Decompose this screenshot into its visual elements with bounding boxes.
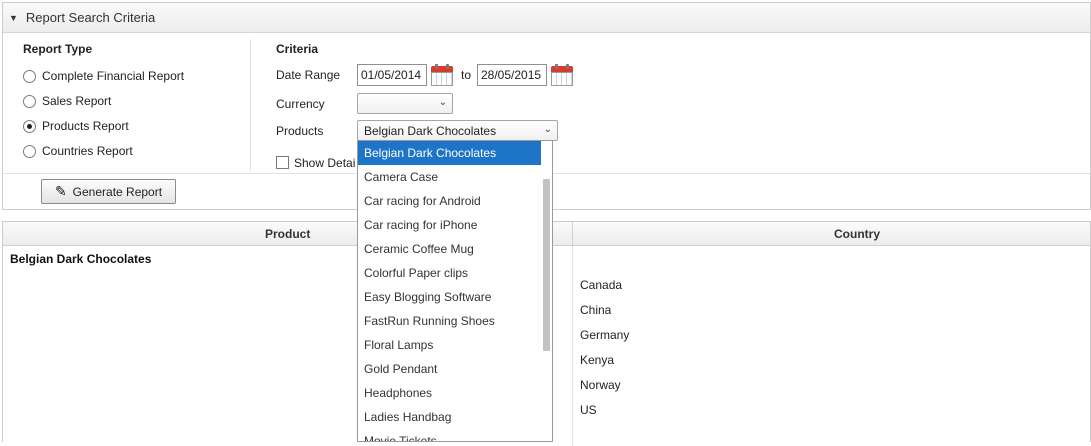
dropdown-option[interactable]: Floral Lamps (358, 333, 542, 357)
show-details-checkbox[interactable] (276, 156, 289, 169)
calendar-body (551, 72, 573, 86)
dropdown-option[interactable]: Gold Pendant (358, 357, 542, 381)
generate-report-button[interactable]: ✎ Generate Report (41, 179, 176, 204)
radio-complete-financial-report[interactable]: Complete Financial Report (23, 68, 184, 84)
country-cell: Norway (580, 378, 621, 392)
product-cell: Belgian Dark Chocolates (10, 252, 152, 266)
dropdown-option[interactable]: Movie Tickets (358, 429, 542, 441)
panel-title: Report Search Criteria (25, 10, 156, 25)
criteria-group: Criteria Date Range 01/05/2014 to 28/05/… (276, 42, 573, 170)
dropdown-option[interactable]: Car racing for iPhone (358, 213, 542, 237)
dropdown-option[interactable]: Car racing for Android (358, 189, 542, 213)
report-type-label: Report Type (23, 42, 93, 56)
chevron-down-icon: ⌄ (438, 97, 447, 108)
show-details-label: Show Detai (294, 156, 356, 170)
calendar-to-icon[interactable] (551, 64, 573, 86)
currency-label: Currency (276, 97, 325, 111)
products-dropdown-list[interactable]: Belgian Dark Chocolates Camera Case Car … (357, 140, 553, 442)
panel-header[interactable]: ▼ Report Search Criteria (3, 3, 1090, 33)
date-to-input[interactable]: 28/05/2015 (477, 64, 547, 86)
column-separator (572, 222, 573, 246)
products-label: Products (276, 124, 324, 138)
currency-select[interactable]: ⌄ (357, 93, 453, 114)
products-select[interactable]: Belgian Dark Chocolates ⌄ (357, 120, 558, 141)
country-cell: Germany (580, 328, 630, 342)
criteria-label: Criteria (276, 42, 319, 56)
dropdown-option[interactable]: Easy Blogging Software (358, 285, 542, 309)
column-header-product[interactable]: Product (265, 227, 310, 241)
to-label: to (461, 68, 472, 82)
column-separator (572, 246, 573, 446)
dropdown-option[interactable]: Headphones (358, 381, 542, 405)
collapse-triangle-icon[interactable]: ▼ (9, 13, 18, 23)
radio-label: Sales Report (42, 94, 112, 108)
products-value: Belgian Dark Chocolates (364, 124, 497, 138)
country-cell: US (580, 403, 597, 417)
pencil-icon: ✎ (54, 183, 67, 199)
dropdown-option[interactable]: Ceramic Coffee Mug (358, 237, 542, 261)
country-cell: Canada (580, 278, 623, 292)
radio-icon[interactable] (23, 69, 36, 83)
radio-icon[interactable] (23, 94, 36, 108)
country-cell: Kenya (580, 353, 615, 367)
radio-sales-report[interactable]: Sales Report (23, 93, 111, 109)
scrollbar-thumb[interactable] (543, 179, 550, 351)
calendar-ring (555, 64, 558, 69)
calendar-ring (566, 64, 569, 69)
dropdown-option[interactable]: Belgian Dark Chocolates (358, 141, 542, 165)
radio-label: Products Report (42, 119, 129, 133)
calendar-ring (435, 64, 438, 69)
radio-label: Countries Report (42, 144, 133, 158)
radio-icon[interactable] (23, 144, 36, 158)
radio-products-report[interactable]: Products Report (23, 118, 129, 134)
date-range-label: Date Range (276, 68, 341, 82)
dropdown-option[interactable]: Ladies Handbag (358, 405, 542, 429)
radio-countries-report[interactable]: Countries Report (23, 143, 133, 159)
dropdown-scrollbar[interactable] (541, 141, 552, 441)
generate-report-label: Generate Report (72, 184, 163, 199)
calendar-ring (446, 64, 449, 69)
calendar-from-icon[interactable] (431, 64, 453, 86)
dropdown-option[interactable]: Colorful Paper clips (358, 261, 542, 285)
column-header-country[interactable]: Country (834, 227, 880, 241)
section-divider (250, 39, 251, 171)
report-type-group: Report Type Complete Financial Report Sa… (23, 42, 184, 158)
country-cell: China (580, 303, 612, 317)
calendar-body (431, 72, 453, 86)
radio-checked-icon[interactable] (23, 119, 36, 133)
chevron-down-icon: ⌄ (543, 124, 552, 135)
radio-label: Complete Financial Report (42, 69, 185, 83)
date-from-input[interactable]: 01/05/2014 (357, 64, 427, 86)
dropdown-option[interactable]: Camera Case (358, 165, 542, 189)
dropdown-option[interactable]: FastRun Running Shoes (358, 309, 542, 333)
